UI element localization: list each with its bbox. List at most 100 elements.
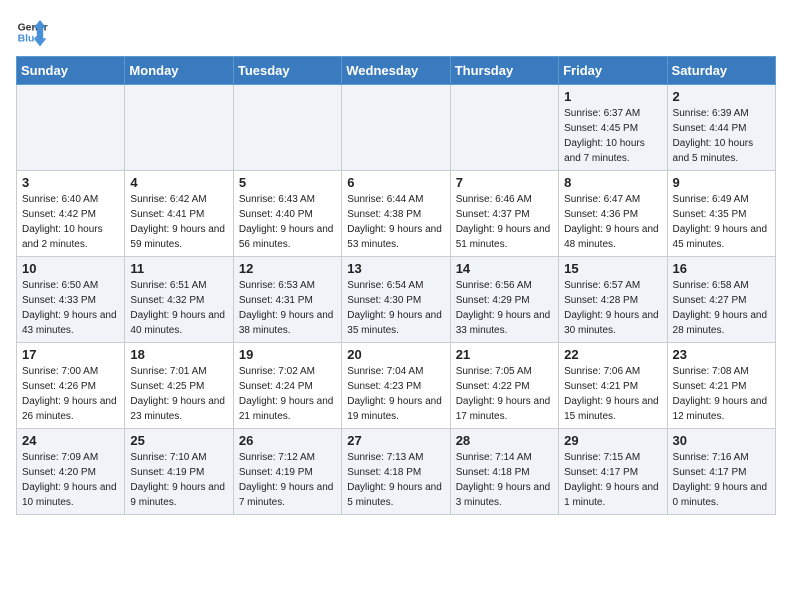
day-info: Sunrise: 6:58 AM Sunset: 4:27 PM Dayligh… <box>673 278 770 338</box>
day-info: Sunrise: 7:16 AM Sunset: 4:17 PM Dayligh… <box>673 450 770 510</box>
day-number: 13 <box>347 261 444 276</box>
logo: General Blue <box>16 16 52 48</box>
weekday-header-friday: Friday <box>559 57 667 85</box>
header: General Blue <box>16 16 776 48</box>
calendar-cell <box>125 85 233 171</box>
calendar-cell: 29 Sunrise: 7:15 AM Sunset: 4:17 PM Dayli… <box>559 429 667 515</box>
day-number: 11 <box>130 261 227 276</box>
calendar-cell <box>17 85 125 171</box>
day-number: 8 <box>564 175 661 190</box>
day-number: 27 <box>347 433 444 448</box>
calendar-cell: 14 Sunrise: 6:56 AM Sunset: 4:29 PM Dayli… <box>450 257 558 343</box>
day-number: 28 <box>456 433 553 448</box>
day-number: 21 <box>456 347 553 362</box>
day-number: 18 <box>130 347 227 362</box>
day-number: 16 <box>673 261 770 276</box>
calendar-cell: 16 Sunrise: 6:58 AM Sunset: 4:27 PM Dayli… <box>667 257 775 343</box>
day-info: Sunrise: 6:46 AM Sunset: 4:37 PM Dayligh… <box>456 192 553 252</box>
day-info: Sunrise: 6:47 AM Sunset: 4:36 PM Dayligh… <box>564 192 661 252</box>
day-info: Sunrise: 7:01 AM Sunset: 4:25 PM Dayligh… <box>130 364 227 424</box>
day-info: Sunrise: 7:14 AM Sunset: 4:18 PM Dayligh… <box>456 450 553 510</box>
weekday-header-tuesday: Tuesday <box>233 57 341 85</box>
day-number: 7 <box>456 175 553 190</box>
day-number: 19 <box>239 347 336 362</box>
day-info: Sunrise: 7:12 AM Sunset: 4:19 PM Dayligh… <box>239 450 336 510</box>
day-info: Sunrise: 7:04 AM Sunset: 4:23 PM Dayligh… <box>347 364 444 424</box>
calendar-cell: 10 Sunrise: 6:50 AM Sunset: 4:33 PM Dayli… <box>17 257 125 343</box>
day-number: 2 <box>673 89 770 104</box>
day-number: 24 <box>22 433 119 448</box>
day-info: Sunrise: 6:57 AM Sunset: 4:28 PM Dayligh… <box>564 278 661 338</box>
weekday-header-wednesday: Wednesday <box>342 57 450 85</box>
calendar-cell: 19 Sunrise: 7:02 AM Sunset: 4:24 PM Dayli… <box>233 343 341 429</box>
day-info: Sunrise: 6:53 AM Sunset: 4:31 PM Dayligh… <box>239 278 336 338</box>
day-info: Sunrise: 6:50 AM Sunset: 4:33 PM Dayligh… <box>22 278 119 338</box>
weekday-header-thursday: Thursday <box>450 57 558 85</box>
day-number: 20 <box>347 347 444 362</box>
day-info: Sunrise: 7:06 AM Sunset: 4:21 PM Dayligh… <box>564 364 661 424</box>
calendar-cell: 27 Sunrise: 7:13 AM Sunset: 4:18 PM Dayli… <box>342 429 450 515</box>
day-info: Sunrise: 6:39 AM Sunset: 4:44 PM Dayligh… <box>673 106 770 166</box>
day-info: Sunrise: 7:15 AM Sunset: 4:17 PM Dayligh… <box>564 450 661 510</box>
day-number: 10 <box>22 261 119 276</box>
day-info: Sunrise: 6:42 AM Sunset: 4:41 PM Dayligh… <box>130 192 227 252</box>
calendar-cell: 18 Sunrise: 7:01 AM Sunset: 4:25 PM Dayli… <box>125 343 233 429</box>
calendar-cell: 13Sunrise: 6:54 AM Sunset: 4:30 PM Dayli… <box>342 257 450 343</box>
calendar-cell: 23 Sunrise: 7:08 AM Sunset: 4:21 PM Dayli… <box>667 343 775 429</box>
day-number: 14 <box>456 261 553 276</box>
calendar-cell: 2 Sunrise: 6:39 AM Sunset: 4:44 PM Daylig… <box>667 85 775 171</box>
day-number: 5 <box>239 175 336 190</box>
day-info: Sunrise: 6:49 AM Sunset: 4:35 PM Dayligh… <box>673 192 770 252</box>
day-info: Sunrise: 7:02 AM Sunset: 4:24 PM Dayligh… <box>239 364 336 424</box>
day-info: Sunrise: 7:13 AM Sunset: 4:18 PM Dayligh… <box>347 450 444 510</box>
calendar-cell: 6 Sunrise: 6:44 AM Sunset: 4:38 PM Daylig… <box>342 171 450 257</box>
day-number: 23 <box>673 347 770 362</box>
calendar-cell <box>450 85 558 171</box>
calendar-cell: 8 Sunrise: 6:47 AM Sunset: 4:36 PM Daylig… <box>559 171 667 257</box>
calendar-cell: 15 Sunrise: 6:57 AM Sunset: 4:28 PM Dayli… <box>559 257 667 343</box>
day-info: Sunrise: 7:05 AM Sunset: 4:22 PM Dayligh… <box>456 364 553 424</box>
calendar-table: SundayMondayTuesdayWednesdayThursdayFrid… <box>16 56 776 515</box>
calendar-cell: 28 Sunrise: 7:14 AM Sunset: 4:18 PM Dayli… <box>450 429 558 515</box>
day-info: Sunrise: 6:51 AM Sunset: 4:32 PM Dayligh… <box>130 278 227 338</box>
day-number: 1 <box>564 89 661 104</box>
calendar-cell: 26 Sunrise: 7:12 AM Sunset: 4:19 PM Dayli… <box>233 429 341 515</box>
calendar-cell: 4 Sunrise: 6:42 AM Sunset: 4:41 PM Daylig… <box>125 171 233 257</box>
calendar-cell <box>233 85 341 171</box>
day-number: 26 <box>239 433 336 448</box>
day-info: Sunrise: 6:43 AM Sunset: 4:40 PM Dayligh… <box>239 192 336 252</box>
calendar-cell: 7 Sunrise: 6:46 AM Sunset: 4:37 PM Daylig… <box>450 171 558 257</box>
calendar-cell: 21 Sunrise: 7:05 AM Sunset: 4:22 PM Dayli… <box>450 343 558 429</box>
day-info: Sunrise: 7:08 AM Sunset: 4:21 PM Dayligh… <box>673 364 770 424</box>
day-number: 29 <box>564 433 661 448</box>
day-number: 15 <box>564 261 661 276</box>
day-info: Sunrise: 7:09 AM Sunset: 4:20 PM Dayligh… <box>22 450 119 510</box>
day-number: 6 <box>347 175 444 190</box>
day-number: 9 <box>673 175 770 190</box>
calendar-cell: 5 Sunrise: 6:43 AM Sunset: 4:40 PM Daylig… <box>233 171 341 257</box>
day-number: 25 <box>130 433 227 448</box>
calendar-cell: 9 Sunrise: 6:49 AM Sunset: 4:35 PM Daylig… <box>667 171 775 257</box>
day-number: 22 <box>564 347 661 362</box>
calendar-cell: 20 Sunrise: 7:04 AM Sunset: 4:23 PM Dayli… <box>342 343 450 429</box>
day-info: Sunrise: 6:44 AM Sunset: 4:38 PM Dayligh… <box>347 192 444 252</box>
weekday-header-sunday: Sunday <box>17 57 125 85</box>
weekday-header-monday: Monday <box>125 57 233 85</box>
calendar-cell: 30 Sunrise: 7:16 AM Sunset: 4:17 PM Dayli… <box>667 429 775 515</box>
calendar-cell: 12 Sunrise: 6:53 AM Sunset: 4:31 PM Dayli… <box>233 257 341 343</box>
calendar-cell: 22 Sunrise: 7:06 AM Sunset: 4:21 PM Dayli… <box>559 343 667 429</box>
day-number: 4 <box>130 175 227 190</box>
day-info: Sunrise: 7:00 AM Sunset: 4:26 PM Dayligh… <box>22 364 119 424</box>
day-number: 12 <box>239 261 336 276</box>
calendar-cell <box>342 85 450 171</box>
day-number: 30 <box>673 433 770 448</box>
calendar-cell: 24 Sunrise: 7:09 AM Sunset: 4:20 PM Dayli… <box>17 429 125 515</box>
day-number: 17 <box>22 347 119 362</box>
calendar-cell: 25Sunrise: 7:10 AM Sunset: 4:19 PM Dayli… <box>125 429 233 515</box>
calendar-cell: 17 Sunrise: 7:00 AM Sunset: 4:26 PM Dayli… <box>17 343 125 429</box>
logo-icon: General Blue <box>16 16 48 48</box>
calendar-cell: 11 Sunrise: 6:51 AM Sunset: 4:32 PM Dayli… <box>125 257 233 343</box>
day-info: Sunrise: 6:40 AM Sunset: 4:42 PM Dayligh… <box>22 192 119 252</box>
weekday-header-saturday: Saturday <box>667 57 775 85</box>
day-info: Sunrise: 6:56 AM Sunset: 4:29 PM Dayligh… <box>456 278 553 338</box>
